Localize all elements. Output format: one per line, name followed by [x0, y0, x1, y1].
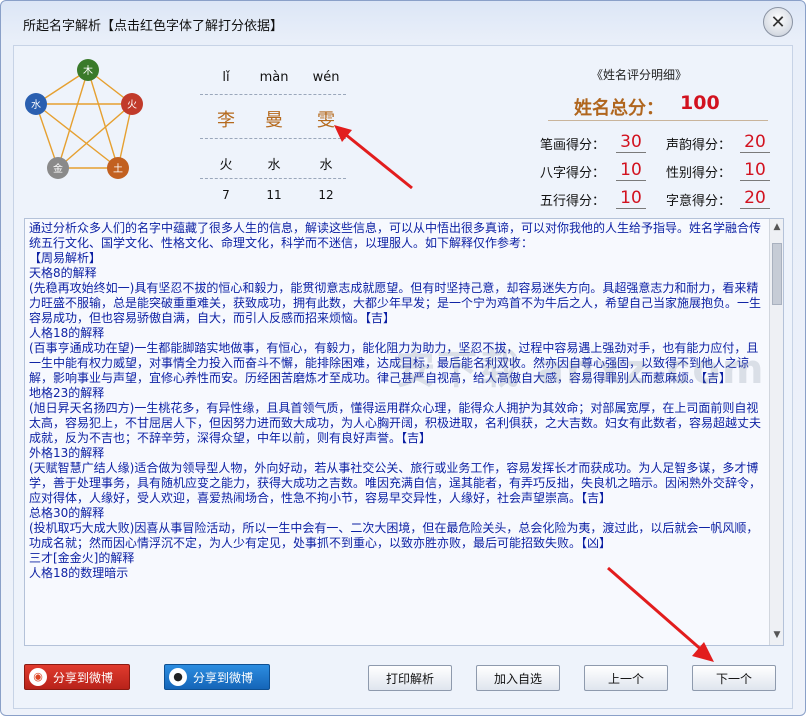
total-score-value[interactable]: 100 [680, 92, 720, 114]
total-score-box: 姓名总分： 100 [548, 88, 768, 121]
close-button[interactable]: ✕ [763, 7, 793, 37]
pinyin-2: màn [259, 70, 289, 85]
score-value-wuxing[interactable]: 10 [616, 188, 646, 209]
analysis-content: 通过分析众多人们的名字中蕴藏了很多人生的信息，解读这些信息，可以从中悟出很多真谛… [29, 221, 763, 581]
score-title: 《姓名评分明细》 [591, 68, 688, 82]
total-score-label: 姓名总分： [574, 98, 664, 119]
score-label-wuxing: 五行得分： [540, 194, 606, 209]
score-label-strokes: 笔画得分： [540, 138, 606, 153]
wuxing-label-fire: 火 [127, 99, 137, 111]
window-title: 所起名字解析【点击红色字体了解打分依据】 [23, 19, 284, 34]
analysis-line: 【周易解析】 [29, 251, 102, 265]
weibo-icon: ◉ [29, 668, 47, 686]
share-qq-button[interactable]: ● 分享到微博 [164, 664, 270, 690]
name-divider-2 [200, 138, 346, 139]
share-weibo-label: 分享到微博 [53, 670, 114, 685]
element-2: 水 [267, 158, 281, 173]
score-value-strokes[interactable]: 30 [616, 132, 646, 153]
analysis-line: (天赋智慧广结人缘)适合做为领导型人物，外向好动，若从事社交公关、旅行或业务工作… [29, 461, 762, 505]
name-char-3[interactable]: 雯 [300, 106, 352, 132]
title-bar: 所起名字解析【点击红色字体了解打分依据】 ✕ [1, 1, 805, 43]
share-qq-label: 分享到微博 [193, 670, 254, 685]
share-weibo-button[interactable]: ◉ 分享到微博 [24, 664, 130, 690]
score-value-gender[interactable]: 10 [740, 160, 770, 181]
analysis-line: (投机取巧大成大败)因喜从事冒险活动，所以一生中会有一、二次大困境，但在最危险关… [29, 521, 759, 550]
analysis-line: 外格13的解释 [29, 446, 105, 460]
stroke-2: 11 [266, 188, 282, 202]
name-char-2[interactable]: 曼 [248, 106, 300, 132]
analysis-line: (先稳再攻始终如一)具有坚忍不拔的恒心和毅力，能贯彻意志成就愿望。但有时坚持己意… [29, 281, 762, 325]
next-button[interactable]: 下一个 [692, 665, 776, 691]
add-favorite-button[interactable]: 加入自选 [476, 665, 560, 691]
score-value-meaning[interactable]: 20 [740, 188, 770, 209]
name-divider-3 [200, 178, 346, 179]
name-divider-1 [200, 94, 346, 95]
element-1: 火 [219, 158, 233, 173]
element-row: 火 水 水 [200, 154, 360, 174]
previous-button[interactable]: 上一个 [584, 665, 668, 691]
stroke-row: 7 11 12 [200, 188, 360, 208]
wuxing-diagram: 木 火 土 金 水 [25, 59, 143, 179]
stroke-3: 12 [318, 188, 334, 202]
pinyin-row: lǐ màn wén [200, 70, 360, 90]
analysis-line: 三才[金金火]的解释 [29, 551, 135, 565]
wuxing-label-metal: 金 [53, 162, 63, 175]
close-icon: ✕ [770, 11, 786, 33]
stroke-1: 7 [222, 188, 230, 202]
score-label-bazi: 八字得分： [540, 166, 606, 181]
analysis-line: 人格18的数理暗示 [29, 566, 129, 580]
score-value-bazi[interactable]: 10 [616, 160, 646, 181]
qq-icon: ● [169, 668, 187, 686]
pinyin-1: lǐ [222, 70, 230, 85]
score-label-meaning: 字意得分： [666, 194, 732, 209]
score-label-sound: 声韵得分： [666, 138, 732, 153]
name-char-1[interactable]: 李 [200, 106, 252, 132]
scroll-up-icon[interactable]: ▲ [772, 221, 782, 233]
watermark: 安下载 anxz.com [395, 347, 766, 393]
pinyin-3: wén [312, 70, 340, 85]
vertical-scrollbar[interactable]: ▲ ▼ [769, 219, 783, 645]
analysis-line: 总格30的解释 [29, 506, 105, 520]
score-panel: 《姓名评分明细》 姓名总分： 100 笔画得分： 30 声韵得分： 20 八字得… [540, 58, 780, 209]
score-value-sound[interactable]: 20 [740, 132, 770, 153]
analysis-line: 通过分析众多人们的名字中蕴藏了很多人生的信息，解读这些信息，可以从中悟出很多真谛… [29, 221, 762, 250]
analysis-textbox[interactable]: 通过分析众多人们的名字中蕴藏了很多人生的信息，解读这些信息，可以从中悟出很多真谛… [24, 218, 784, 646]
scroll-thumb[interactable] [772, 243, 782, 305]
analysis-line: (旭日昇天名扬四方)一生桃花多，有异性缘，且具首领气质，懂得运用群众心理，能得众… [29, 401, 762, 445]
wuxing-label-wood: 木 [83, 65, 93, 77]
analysis-line: 天格8的解释 [29, 266, 97, 280]
wuxing-label-water: 水 [31, 99, 41, 111]
hanzi-row: 李 曼 雯 [200, 106, 360, 132]
score-label-gender: 性别得分： [666, 166, 732, 181]
wuxing-label-earth: 土 [113, 162, 123, 175]
scroll-down-icon[interactable]: ▼ [772, 629, 782, 641]
element-3: 水 [319, 158, 333, 173]
print-analysis-button[interactable]: 打印解析 [368, 665, 452, 691]
